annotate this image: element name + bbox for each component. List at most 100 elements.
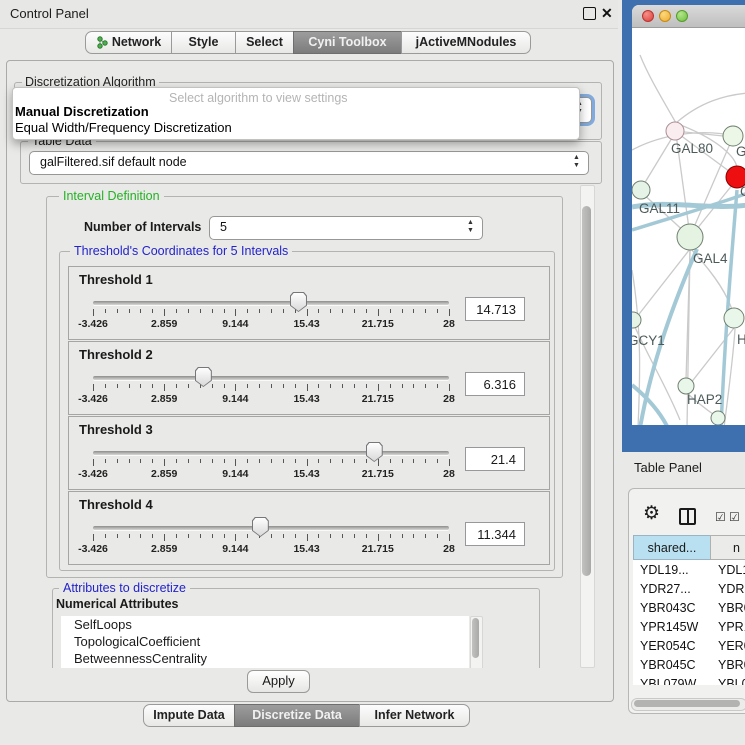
cell-shared-name[interactable]: YER054C <box>633 637 711 656</box>
column-header-shared-name[interactable]: shared... <box>633 535 711 560</box>
minor-tick <box>366 309 367 313</box>
table-panel-title: Table Panel <box>634 460 702 475</box>
slider-track[interactable] <box>93 376 449 380</box>
tab-style[interactable]: Style <box>171 31 236 54</box>
tab-select[interactable]: Select <box>235 31 294 54</box>
minor-tick <box>402 459 403 463</box>
minor-tick <box>247 309 248 313</box>
cell-shared-name[interactable]: YBL079W <box>633 675 711 685</box>
minor-tick <box>366 534 367 538</box>
network-graph: GAL80GACGAL11GAL4GCY1HHAP2 <box>632 28 745 425</box>
slider-thumb[interactable] <box>252 517 269 537</box>
list-item[interactable]: TopologicalCoefficient <box>61 633 469 650</box>
cell-name[interactable]: YDL1 <box>711 561 745 580</box>
node-label: GAL11 <box>639 201 680 216</box>
scrollbar-thumb[interactable] <box>472 618 479 658</box>
threshold-value-field[interactable]: 6.316 <box>465 372 525 396</box>
network-node[interactable] <box>711 411 725 425</box>
list-item[interactable]: SelfLoops <box>61 616 469 633</box>
network-node[interactable] <box>632 181 650 199</box>
scrollbar-thumb[interactable] <box>634 700 740 707</box>
attributes-list-scrollbar[interactable] <box>470 616 483 668</box>
slider-thumb[interactable] <box>290 292 307 312</box>
major-tick <box>93 384 94 391</box>
cell-name[interactable]: YBR0 <box>711 656 745 675</box>
network-window: GAL80GACGAL11GAL4GCY1HHAP2 <box>632 5 745 425</box>
combo-stepper-icon[interactable]: ▲▼ <box>572 154 581 170</box>
table-row[interactable]: YBL079WYBL0 <box>633 675 745 685</box>
cell-name[interactable]: YBL0 <box>711 675 745 685</box>
minimize-traffic-light-icon[interactable] <box>659 10 671 22</box>
attributes-group: Attributes to discretize Numerical Attri… <box>52 588 540 668</box>
scrollbar-thumb[interactable] <box>582 206 591 576</box>
tab-jactivemnodules[interactable]: jActiveMNodules <box>401 31 531 54</box>
checkbox-icon[interactable]: ☑ <box>715 510 726 524</box>
slider-track[interactable] <box>93 451 449 455</box>
table-row[interactable]: YDR27...YDR2 <box>633 580 745 599</box>
num-intervals-combobox[interactable]: 5 ▲▼ <box>209 216 483 240</box>
close-icon[interactable]: ✕ <box>601 5 613 22</box>
minor-tick <box>188 384 189 388</box>
cell-shared-name[interactable]: YDR27... <box>633 580 711 599</box>
column-header-name[interactable]: n <box>710 535 745 560</box>
list-item[interactable]: BetweennessCentrality <box>61 650 469 667</box>
num-intervals-value: 5 <box>220 220 227 234</box>
network-node[interactable] <box>677 224 703 250</box>
bottom-tab-impute-data[interactable]: Impute Data <box>143 704 235 727</box>
apply-button[interactable]: Apply <box>247 670 310 693</box>
cell-name[interactable]: YBR0 <box>711 599 745 618</box>
bottom-tab-discretize-data[interactable]: Discretize Data <box>234 704 360 727</box>
menu-item-manual-discretization[interactable]: Manual Discretization <box>15 104 149 119</box>
network-node[interactable] <box>632 312 641 328</box>
numerical-attributes-list[interactable]: SelfLoopsTopologicalCoefficientBetweenne… <box>61 616 469 668</box>
tab-network[interactable]: Network <box>85 31 172 54</box>
slider-thumb-face <box>196 368 211 386</box>
minor-tick <box>390 309 391 313</box>
network-window-titlebar[interactable] <box>632 5 745 28</box>
table-data-combobox[interactable]: galFiltered.sif default node ▲▼ <box>29 151 589 175</box>
cell-name[interactable]: YDR2 <box>711 580 745 599</box>
split-panel-icon[interactable] <box>679 508 696 525</box>
tick-label: -3.426 <box>61 543 125 555</box>
minor-tick <box>224 459 225 463</box>
threshold-value-field[interactable]: 21.4 <box>465 447 525 471</box>
network-node[interactable] <box>666 122 684 140</box>
slider-track[interactable] <box>93 301 449 305</box>
float-window-icon[interactable] <box>583 7 596 20</box>
close-traffic-light-icon[interactable] <box>642 10 654 22</box>
network-node[interactable] <box>724 308 744 328</box>
table-row[interactable]: YER054CYER0 <box>633 637 745 656</box>
slider-thumb[interactable] <box>366 442 383 462</box>
threshold-value-field[interactable]: 11.344 <box>465 522 525 546</box>
cell-shared-name[interactable]: YBR043C <box>633 599 711 618</box>
table-row[interactable]: YBR043CYBR0 <box>633 599 745 618</box>
cell-shared-name[interactable]: YDL19... <box>633 561 711 580</box>
network-node[interactable] <box>723 126 743 146</box>
combo-stepper-icon[interactable]: ▲▼ <box>466 219 475 235</box>
minor-tick <box>200 459 201 463</box>
settings-scrollbar[interactable] <box>580 185 595 668</box>
menu-item-equal-width-discretization[interactable]: Equal Width/Frequency Discretization <box>15 120 232 135</box>
tab-cyni-toolbox[interactable]: Cyni Toolbox <box>293 31 402 54</box>
gear-icon[interactable]: ⚙ <box>643 506 660 522</box>
minor-tick <box>354 534 355 538</box>
tab-label: Style <box>189 32 219 53</box>
minor-tick <box>105 384 106 388</box>
table-row[interactable]: YPR145WYPR1 <box>633 618 745 637</box>
slider-track[interactable] <box>93 526 449 530</box>
slider-thumb[interactable] <box>195 367 212 387</box>
table-horizontal-scrollbar[interactable] <box>631 698 745 711</box>
table-row[interactable]: YDL19...YDL1 <box>633 561 745 580</box>
cell-name[interactable]: YER0 <box>711 637 745 656</box>
checkbox-icon[interactable]: ☑ <box>729 510 740 524</box>
zoom-traffic-light-icon[interactable] <box>676 10 688 22</box>
cell-shared-name[interactable]: YPR145W <box>633 618 711 637</box>
cell-shared-name[interactable]: YBR045C <box>633 656 711 675</box>
cell-name[interactable]: YPR1 <box>711 618 745 637</box>
minor-tick <box>188 534 189 538</box>
bottom-tab-infer-network[interactable]: Infer Network <box>359 704 470 727</box>
table-row[interactable]: YBR045CYBR0 <box>633 656 745 675</box>
slider-thumb-face <box>367 443 382 461</box>
threshold-value-field[interactable]: 14.713 <box>465 297 525 321</box>
network-canvas[interactable]: GAL80GACGAL11GAL4GCY1HHAP2 <box>632 28 745 425</box>
